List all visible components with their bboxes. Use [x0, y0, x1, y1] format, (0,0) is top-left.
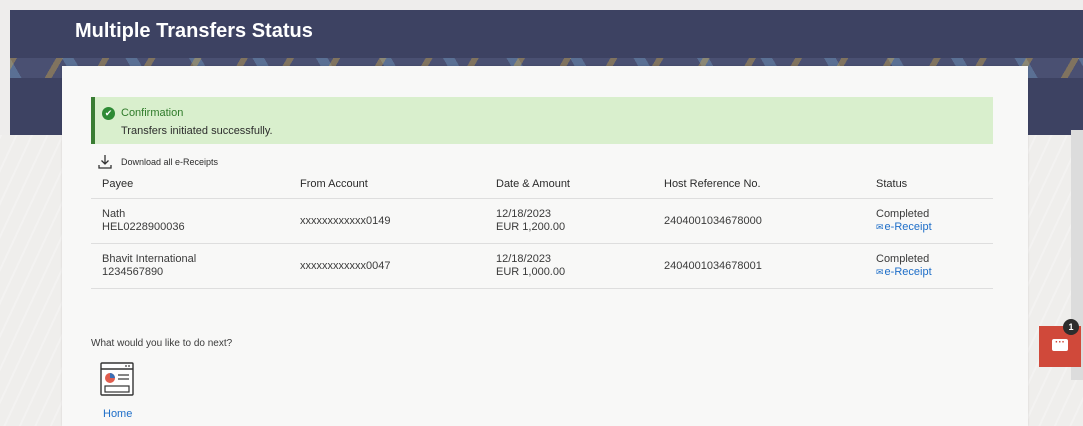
header-status: Status	[876, 178, 908, 190]
download-all-receipts-button[interactable]: Download all e-Receipts	[97, 154, 218, 170]
host-reference: 2404001034678001	[664, 260, 762, 272]
home-dashboard-icon[interactable]	[99, 361, 135, 397]
host-reference: 2404001034678000	[664, 215, 762, 227]
payee-name: Nath	[102, 208, 126, 220]
transfer-amount: EUR 1,000.00	[496, 266, 566, 278]
payee-id: 1234567890	[102, 266, 164, 278]
transfer-date: 12/18/2023	[496, 253, 552, 265]
receipt-icon: ✉	[876, 267, 884, 277]
from-account: xxxxxxxxxxxx0047	[300, 260, 391, 272]
chat-icon: ···	[1052, 338, 1068, 351]
page-title: Multiple Transfers Status	[75, 20, 313, 42]
status-card: ✔ Confirmation Transfers initiated succe…	[62, 66, 1028, 426]
check-circle-icon: ✔	[102, 107, 115, 120]
payee-id: HEL0228900036	[102, 221, 185, 233]
next-steps-question: What would you like to do next?	[91, 338, 233, 349]
table-header: Payee From Account Date & Amount Host Re…	[91, 170, 993, 199]
header-from-account: From Account	[300, 178, 368, 190]
payee-cell: Bhavit International 1234567890	[102, 253, 196, 279]
status-text: Completed	[876, 253, 930, 265]
download-all-label: Download all e-Receipts	[121, 157, 219, 167]
date-amount-cell: 12/18/2023 EUR 1,200.00	[496, 208, 565, 234]
header-payee: Payee	[102, 178, 134, 190]
date-amount-cell: 12/18/2023 EUR 1,000.00	[496, 253, 565, 279]
header-host-reference: Host Reference No.	[664, 178, 761, 190]
transfer-date: 12/18/2023	[496, 208, 552, 220]
transfer-amount: EUR 1,200.00	[496, 221, 566, 233]
transfers-table: Payee From Account Date & Amount Host Re…	[91, 170, 993, 289]
payee-cell: Nath HEL0228900036	[102, 208, 185, 234]
confirmation-message: Transfers initiated successfully.	[121, 125, 273, 137]
header-date-amount: Date & Amount	[496, 178, 570, 190]
status-cell: Completed ✉e-Receipt	[876, 253, 932, 279]
status-cell: Completed ✉e-Receipt	[876, 208, 932, 234]
status-text: Completed	[876, 208, 930, 220]
e-receipt-link[interactable]: ✉e-Receipt	[876, 266, 932, 279]
e-receipt-label: e-Receipt	[884, 221, 932, 233]
from-account: xxxxxxxxxxxx0149	[300, 215, 391, 227]
payee-name: Bhavit International	[102, 253, 197, 265]
confirmation-banner: ✔ Confirmation Transfers initiated succe…	[91, 97, 993, 144]
e-receipt-label: e-Receipt	[884, 266, 932, 278]
e-receipt-link[interactable]: ✉e-Receipt	[876, 221, 932, 234]
home-link[interactable]: Home	[103, 408, 132, 420]
receipt-icon: ✉	[876, 222, 884, 232]
confirmation-title: Confirmation	[121, 107, 184, 119]
download-icon	[98, 155, 112, 169]
table-row: Nath HEL0228900036 xxxxxxxxxxxx0149 12/1…	[91, 199, 993, 244]
table-row: Bhavit International 1234567890 xxxxxxxx…	[91, 244, 993, 289]
chat-notification-badge: 1	[1063, 319, 1079, 335]
